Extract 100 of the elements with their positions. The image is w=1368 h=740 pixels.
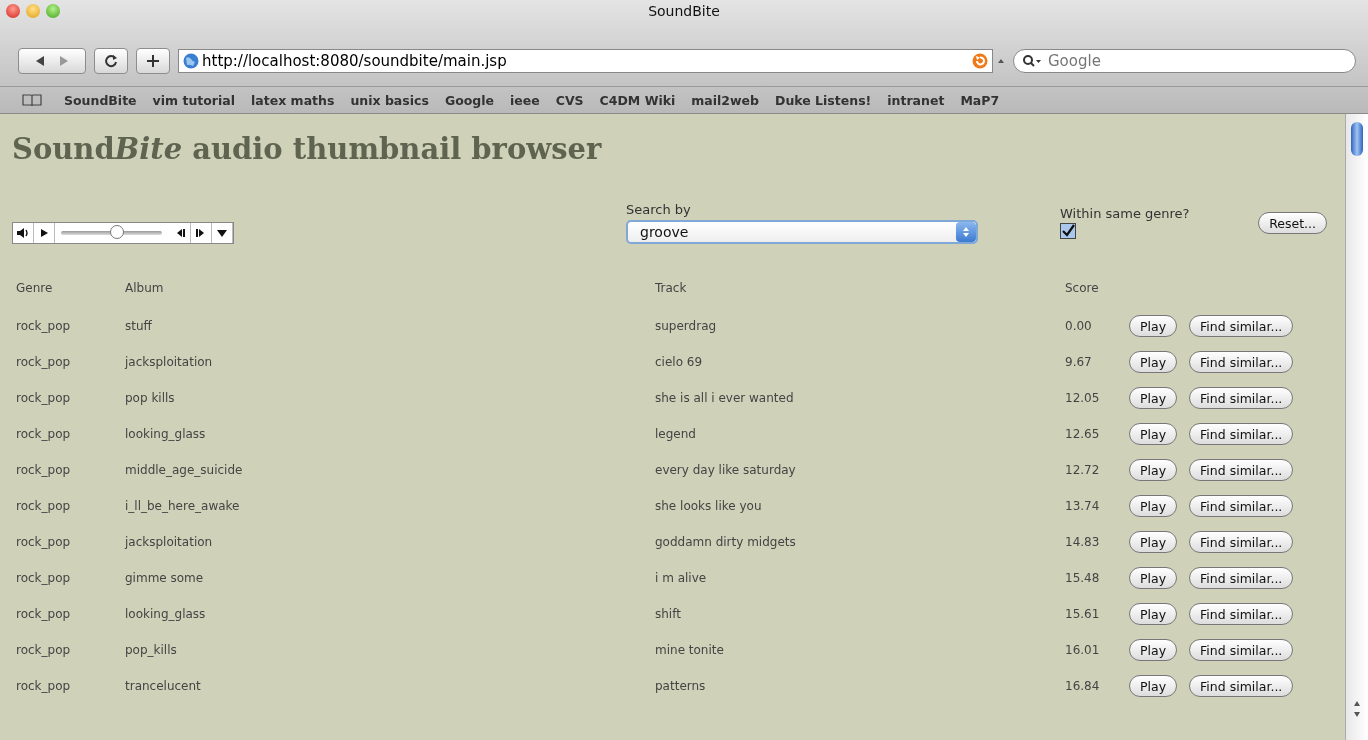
table-cell: cielo 69 bbox=[655, 355, 703, 369]
play-button[interactable]: Play bbox=[1129, 387, 1178, 409]
page-title: SoundBite audio thumbnail browser bbox=[12, 132, 603, 166]
bookmark-link[interactable]: vim tutorial bbox=[152, 92, 236, 108]
table-cell: rock_pop bbox=[16, 319, 71, 333]
table-cell: rock_pop bbox=[16, 643, 71, 657]
find-similar-button[interactable]: Find similar... bbox=[1189, 459, 1294, 481]
add-bookmark-button[interactable] bbox=[136, 48, 170, 74]
table-cell: rock_pop bbox=[16, 427, 71, 441]
find-similar-button[interactable]: Find similar... bbox=[1189, 639, 1294, 661]
window-title: SoundBite bbox=[648, 3, 720, 19]
table-cell: stuff bbox=[125, 319, 152, 333]
table-cell: patterns bbox=[655, 679, 706, 693]
reset-button[interactable]: Reset... bbox=[1258, 212, 1327, 234]
close-icon[interactable] bbox=[6, 4, 20, 18]
book-icon[interactable] bbox=[22, 94, 42, 106]
bookmark-link[interactable]: SoundBite bbox=[64, 92, 137, 108]
find-similar-button[interactable]: Find similar... bbox=[1189, 603, 1294, 625]
address-field[interactable]: http://localhost:8080/soundbite/main.jsp bbox=[202, 52, 969, 70]
column-header: Album bbox=[125, 281, 164, 295]
table-cell: 14.83 bbox=[1065, 535, 1100, 549]
table-cell: 0.00 bbox=[1065, 319, 1092, 333]
find-similar-button[interactable]: Find similar... bbox=[1189, 423, 1294, 445]
table-cell: goddamn dirty midgets bbox=[655, 535, 796, 549]
table-cell: rock_pop bbox=[16, 355, 71, 369]
play-button[interactable]: Play bbox=[1129, 495, 1178, 517]
bookmark-link[interactable]: mail2web bbox=[691, 92, 760, 108]
play-button[interactable]: Play bbox=[1129, 675, 1178, 697]
play-button[interactable]: Play bbox=[1129, 459, 1178, 481]
search-by-select[interactable]: groove bbox=[626, 220, 978, 244]
scrollbar[interactable] bbox=[1345, 114, 1368, 740]
table-cell: looking_glass bbox=[125, 427, 206, 441]
bookmark-link[interactable]: ieee bbox=[510, 92, 540, 108]
reload-icon bbox=[104, 54, 118, 68]
play-button[interactable]: Play bbox=[1129, 423, 1178, 445]
same-genre-checkbox[interactable] bbox=[1060, 223, 1076, 239]
table-cell: pop_kills bbox=[125, 643, 177, 657]
table-cell: looking_glass bbox=[125, 607, 206, 621]
play-button[interactable]: Play bbox=[1129, 567, 1178, 589]
search-field[interactable]: Google bbox=[1046, 51, 1347, 71]
table-cell: pop kills bbox=[125, 391, 175, 405]
find-similar-button[interactable]: Find similar... bbox=[1189, 315, 1294, 337]
bookmark-link[interactable]: Google bbox=[444, 92, 495, 108]
bookmark-link[interactable]: intranet bbox=[887, 92, 945, 108]
address-bar[interactable]: http://localhost:8080/soundbite/main.jsp bbox=[178, 49, 993, 73]
snapback-icon[interactable] bbox=[972, 53, 988, 69]
find-similar-button[interactable]: Find similar... bbox=[1189, 495, 1294, 517]
bookmark-link[interactable]: CVS bbox=[555, 92, 584, 108]
table-cell: shift bbox=[655, 607, 681, 621]
table-cell: jacksploitation bbox=[125, 535, 213, 549]
find-similar-button[interactable]: Find similar... bbox=[1189, 531, 1294, 553]
column-header: Track bbox=[655, 281, 687, 295]
globe-icon bbox=[183, 53, 199, 69]
table-cell: she is all i ever wanted bbox=[655, 391, 794, 405]
table-cell: 9.67 bbox=[1065, 355, 1092, 369]
table-cell: 15.61 bbox=[1065, 607, 1100, 621]
table-cell: superdrag bbox=[655, 319, 717, 333]
bookmark-link[interactable]: C4DM Wiki bbox=[599, 92, 676, 108]
play-button[interactable]: Play bbox=[1129, 639, 1178, 661]
table-cell: rock_pop bbox=[16, 499, 71, 513]
table-cell: rock_pop bbox=[16, 391, 71, 405]
table-cell: 13.74 bbox=[1065, 499, 1100, 513]
find-similar-button[interactable]: Find similar... bbox=[1189, 567, 1294, 589]
bookmark-link[interactable]: latex maths bbox=[251, 92, 335, 108]
slider-thumb[interactable] bbox=[109, 225, 124, 239]
table-cell: she looks like you bbox=[655, 499, 762, 513]
bookmark-link[interactable]: MaP7 bbox=[960, 92, 1000, 108]
play-button[interactable]: Play bbox=[1129, 531, 1178, 553]
search-icon bbox=[1022, 54, 1042, 68]
table-cell: gimme some bbox=[125, 571, 204, 585]
search-by-label: Search by bbox=[626, 202, 692, 217]
table-cell: 12.65 bbox=[1065, 427, 1100, 441]
table-cell: middle_age_suicide bbox=[125, 463, 243, 477]
table-cell: every day like saturday bbox=[655, 463, 796, 477]
find-similar-button[interactable]: Find similar... bbox=[1189, 675, 1294, 697]
same-genre-label: Within same genre? bbox=[1060, 206, 1190, 221]
table-cell: trancelucent bbox=[125, 679, 201, 693]
play-button[interactable]: Play bbox=[1129, 315, 1178, 337]
find-similar-button[interactable]: Find similar... bbox=[1189, 387, 1294, 409]
audio-player[interactable] bbox=[12, 222, 234, 244]
select-arrows-icon bbox=[956, 222, 976, 242]
back-forward-button[interactable] bbox=[18, 48, 86, 74]
bookmark-link[interactable]: Duke Listens! bbox=[775, 92, 872, 108]
play-button[interactable]: Play bbox=[1129, 351, 1178, 373]
bookmark-link[interactable]: unix basics bbox=[350, 92, 429, 108]
play-button[interactable]: Play bbox=[1129, 603, 1178, 625]
scrollbar-thumb[interactable] bbox=[1351, 122, 1363, 156]
plus-icon bbox=[146, 54, 160, 68]
table-cell: 12.05 bbox=[1065, 391, 1100, 405]
table-cell: i_ll_be_here_awake bbox=[125, 499, 240, 513]
reload-button[interactable] bbox=[94, 48, 128, 74]
search-bar[interactable]: Google bbox=[1013, 49, 1356, 73]
find-similar-button[interactable]: Find similar... bbox=[1189, 351, 1294, 373]
table-cell: rock_pop bbox=[16, 535, 71, 549]
table-cell: rock_pop bbox=[16, 679, 71, 693]
table-cell: legend bbox=[655, 427, 696, 441]
table-cell: 12.72 bbox=[1065, 463, 1100, 477]
table-cell: 15.48 bbox=[1065, 571, 1100, 585]
column-header: Score bbox=[1065, 281, 1099, 295]
column-header: Genre bbox=[16, 281, 53, 295]
